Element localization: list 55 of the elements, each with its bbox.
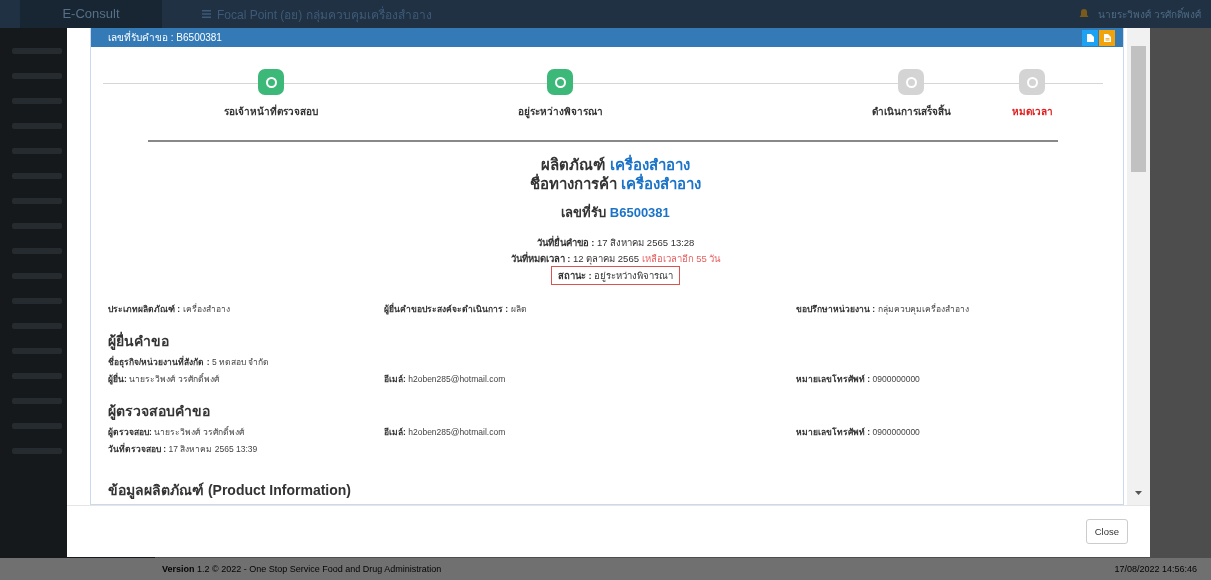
section-heading: ผู้ตรวจสอบคำขอ <box>108 402 211 422</box>
timestamp: 17/08/2022 14:56:46 <box>1114 564 1197 574</box>
app-logo[interactable]: E-Consult <box>20 0 162 28</box>
user-name[interactable]: นายระวิพงศ์ วรศักดิ์พงศ์ <box>1098 6 1201 22</box>
field-value: 17 สิงหาคม 2565 13:39 <box>168 444 258 454</box>
document-icon[interactable] <box>1082 29 1098 46</box>
scrollbar[interactable] <box>1127 28 1150 505</box>
field-label: หมายเลขโทรศัพท์ : <box>796 427 871 437</box>
menu-icon[interactable] <box>202 10 211 18</box>
field-value: h2oben285@hotmail.com <box>408 427 506 437</box>
receipt-label: เลขที่รับ <box>561 205 607 220</box>
step-label: รอเจ้าหน้าที่ตรวจสอบ <box>224 104 318 119</box>
field-value: นายระวิพงศ์ วรศักดิ์พงศ์ <box>154 427 244 437</box>
field-value: 0900000000 <box>872 374 920 384</box>
expiry-label: วันที่หมดเวลา : <box>510 253 571 264</box>
status-label: สถานะ : <box>557 270 592 281</box>
bell-icon[interactable] <box>1078 8 1091 20</box>
trade-name-value: เครื่องสำอาง <box>621 175 702 192</box>
field-label: ผู้ยื่น: <box>108 374 127 384</box>
step-label: อยู่ระหว่างพิจารณา <box>517 105 603 119</box>
scroll-down-icon[interactable] <box>1135 491 1142 495</box>
product-label: ผลิตภัณฑ์ <box>541 156 606 173</box>
field-label: ประเภทผลิตภัณฑ์ : <box>108 304 181 314</box>
field-value: เครื่องสำอาง <box>182 304 230 314</box>
version-text: Version 1.2 © 2022 - One Stop Service Food and Drug Administration <box>162 564 442 574</box>
submitted-date: 17 สิงหาคม 2565 13:28 <box>597 237 695 248</box>
field-value: 0900000000 <box>872 427 920 437</box>
section-heading: ข้อมูลผลิตภัณฑ์ (Product Information) <box>108 481 352 501</box>
document-icon[interactable] <box>1099 29 1115 46</box>
field-label: ขอปรึกษาหน่วยงาน : <box>796 304 876 314</box>
scrollbar-thumb[interactable] <box>1131 46 1146 172</box>
field-value: h2oben285@hotmail.com <box>408 374 506 384</box>
field-value: 5 ทดสอบ จำกัด <box>211 357 270 367</box>
receipt-number: B6500381 <box>609 205 670 220</box>
trade-name-label: ชื่อทางการค้า <box>529 175 617 192</box>
panel-title: เลขที่รับคำขอ : B6500381 <box>108 30 222 45</box>
field-value: กลุ่มควบคุมเครื่องสำอาง <box>877 304 969 314</box>
expiry-date: 12 ตุลาคม 2565 <box>573 253 639 264</box>
section-heading: ผู้ยื่นคำขอ <box>108 330 170 352</box>
step-label: ดำเนินการเสร็จสิ้น <box>871 104 951 119</box>
status-value: อยู่ระหว่างพิจารณา <box>594 270 674 281</box>
field-value: นายระวิพงศ์ วรศักดิ์พงศ์ <box>129 374 219 384</box>
submitted-label: วันที่ยื่นคำขอ : <box>536 237 595 248</box>
field-label: หมายเลขโทรศัพท์ : <box>796 374 871 384</box>
close-button[interactable]: Close <box>1085 519 1128 544</box>
field-label: อีเมล์: <box>384 427 406 437</box>
field-label: ผู้ตรวจสอบ: <box>108 427 152 437</box>
field-value: ผลิต <box>510 304 527 314</box>
field-label: อีเมล์: <box>384 374 406 384</box>
field-label: ชื่อธุรกิจ/หน่วยงานที่สังกัด : <box>108 357 210 367</box>
step-label: หมดเวลา <box>1011 105 1053 119</box>
field-label: วันที่ตรวจสอบ : <box>108 444 167 454</box>
time-remaining: เหลือเวลาอีก 55 วัน <box>641 253 721 264</box>
product-value: เครื่องสำอาง <box>609 156 690 173</box>
field-label: ผู้ยื่นคำขอประสงค์จะดำเนินการ : <box>384 304 509 314</box>
